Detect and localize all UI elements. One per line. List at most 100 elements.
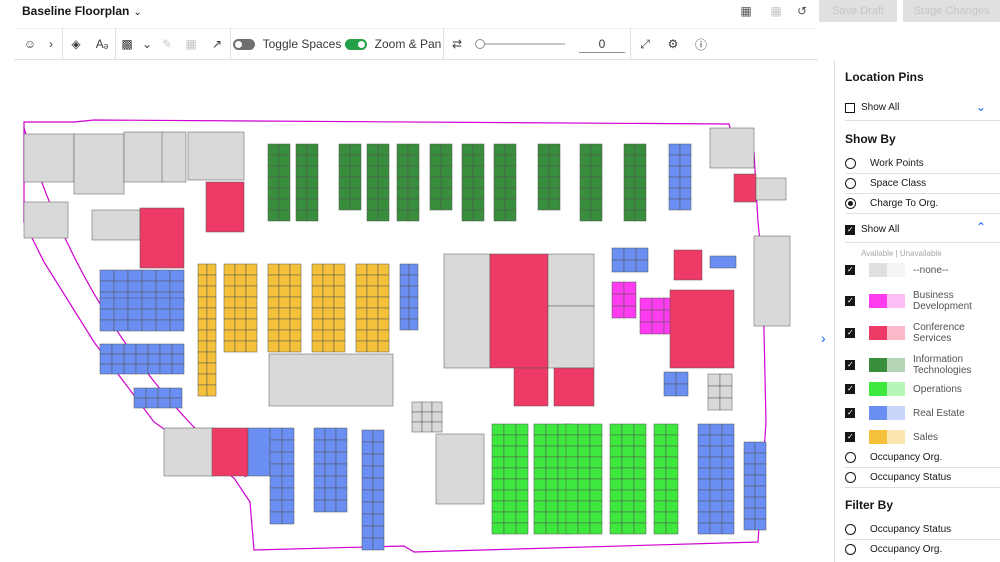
floorplan-room[interactable] — [313, 439, 326, 453]
floorplan-room[interactable] — [223, 318, 236, 331]
floorplan-room[interactable] — [377, 307, 390, 320]
floorplan-room[interactable] — [633, 489, 647, 502]
floorplan-room[interactable] — [515, 467, 529, 480]
floorplan-room[interactable] — [169, 397, 183, 409]
floorplan-room[interactable] — [493, 198, 506, 211]
floorplan-room[interactable] — [338, 187, 351, 200]
floorplan-room[interactable] — [623, 293, 637, 307]
floorplan-room[interactable] — [295, 143, 308, 156]
radio-selected-icon[interactable] — [845, 198, 856, 209]
floorplan-room[interactable] — [429, 176, 442, 189]
floorplan-room[interactable] — [223, 329, 236, 342]
floorplan-room[interactable] — [565, 456, 579, 469]
floorplan-room[interactable] — [639, 321, 653, 335]
floorplan-room[interactable] — [372, 465, 385, 479]
floorplan-room[interactable] — [515, 478, 529, 491]
floorplan-room[interactable] — [743, 441, 756, 454]
floorplan-room[interactable] — [491, 478, 505, 491]
floorplan-room[interactable] — [589, 467, 603, 480]
reset-icon[interactable]: ↺ — [793, 2, 811, 20]
expand-panel-icon[interactable]: › — [821, 330, 831, 346]
filter-occupancy-status[interactable]: Occupancy Status — [845, 524, 1000, 535]
floorplan-room[interactable] — [223, 285, 236, 298]
floorplan-room[interactable] — [515, 445, 529, 458]
floorplan-room[interactable] — [753, 235, 791, 327]
radio-icon[interactable] — [845, 452, 856, 463]
floorplan-room[interactable] — [324, 427, 337, 441]
floorplan-room[interactable] — [197, 351, 208, 364]
floorplan-room[interactable] — [411, 411, 423, 423]
floorplan-room[interactable] — [234, 340, 247, 353]
floorplan-room[interactable] — [23, 133, 75, 183]
floorplan-room[interactable] — [537, 165, 550, 178]
floorplan-room[interactable] — [577, 434, 591, 447]
floorplan-room[interactable] — [322, 274, 335, 287]
floorplan-room[interactable] — [361, 537, 374, 551]
floorplan-room[interactable] — [377, 143, 390, 156]
floorplan-room[interactable] — [311, 274, 324, 287]
floorplan-room[interactable] — [278, 209, 291, 222]
floorplan-room[interactable] — [621, 456, 635, 469]
floorplan-room[interactable] — [635, 259, 649, 273]
floorplan-room[interactable] — [139, 207, 185, 269]
floorplan-room[interactable] — [565, 489, 579, 502]
floorplan-room[interactable] — [361, 489, 374, 503]
floorplan-room[interactable] — [295, 154, 308, 167]
floorplan-room[interactable] — [621, 478, 635, 491]
floorplan-room[interactable] — [440, 165, 453, 178]
floorplan-room[interactable] — [589, 478, 603, 491]
floorplan-room[interactable] — [377, 187, 390, 200]
floorplan-room[interactable] — [609, 423, 623, 436]
floorplan-room[interactable] — [590, 209, 603, 222]
floorplan-room[interactable] — [313, 499, 326, 513]
floorplan-room[interactable] — [289, 285, 302, 298]
floorplan-room[interactable] — [267, 318, 280, 331]
floorplan-room[interactable] — [721, 434, 735, 447]
floorplan-room[interactable] — [145, 397, 159, 409]
floorplan-room[interactable] — [548, 187, 561, 200]
floorplan-room[interactable] — [503, 500, 517, 513]
radio-work-points[interactable]: Work Points — [845, 158, 1000, 169]
floorplan-room[interactable] — [754, 485, 767, 498]
floorplan-room[interactable] — [267, 198, 280, 211]
floorplan-room[interactable] — [99, 308, 115, 321]
floorplan-room[interactable] — [431, 411, 443, 423]
floorplan-room[interactable] — [673, 249, 703, 281]
floorplan-room[interactable] — [338, 154, 351, 167]
floorplan-room[interactable] — [289, 340, 302, 353]
floorplan-room[interactable] — [503, 456, 517, 469]
floorplan-room[interactable] — [609, 434, 623, 447]
checkbox-checked-icon[interactable] — [845, 224, 855, 235]
floorplan-room[interactable] — [234, 296, 247, 309]
floorplan-room[interactable] — [377, 329, 390, 342]
floorplan-room[interactable] — [349, 143, 362, 156]
floorplan-room[interactable] — [278, 176, 291, 189]
floorplan-room[interactable] — [421, 421, 433, 433]
floorplan-room[interactable] — [721, 423, 735, 436]
floorplan-room[interactable] — [472, 198, 485, 211]
slider-knob[interactable] — [475, 39, 485, 49]
floorplan-room[interactable] — [372, 501, 385, 515]
floorplan-room[interactable] — [278, 329, 291, 342]
stage-changes-button[interactable]: Stage Changes — [903, 0, 1000, 22]
floorplan-room[interactable] — [721, 478, 735, 491]
floorplan-room[interactable] — [278, 307, 291, 320]
floorplan-room[interactable] — [396, 176, 409, 189]
floorplan-room[interactable] — [709, 478, 723, 491]
floorplan-room[interactable] — [197, 318, 208, 331]
floorplan-room[interactable] — [709, 522, 723, 535]
floorplan-room[interactable] — [99, 353, 113, 365]
floorplan-room[interactable] — [577, 511, 591, 524]
collapse-icon[interactable]: ⤢ — [631, 28, 659, 60]
floorplan-room[interactable] — [743, 474, 756, 487]
floorplan-room[interactable] — [533, 500, 547, 513]
floorplan-room[interactable] — [313, 475, 326, 489]
floorplan-room[interactable] — [311, 263, 324, 276]
floorplan-room[interactable] — [668, 176, 681, 189]
floorplan-room[interactable] — [245, 263, 258, 276]
floorplan-room[interactable] — [169, 319, 185, 332]
floorplan-room[interactable] — [565, 500, 579, 513]
floorplan-room[interactable] — [429, 187, 442, 200]
rotation-value[interactable]: 0 — [579, 35, 625, 53]
floorplan-room[interactable] — [589, 500, 603, 513]
